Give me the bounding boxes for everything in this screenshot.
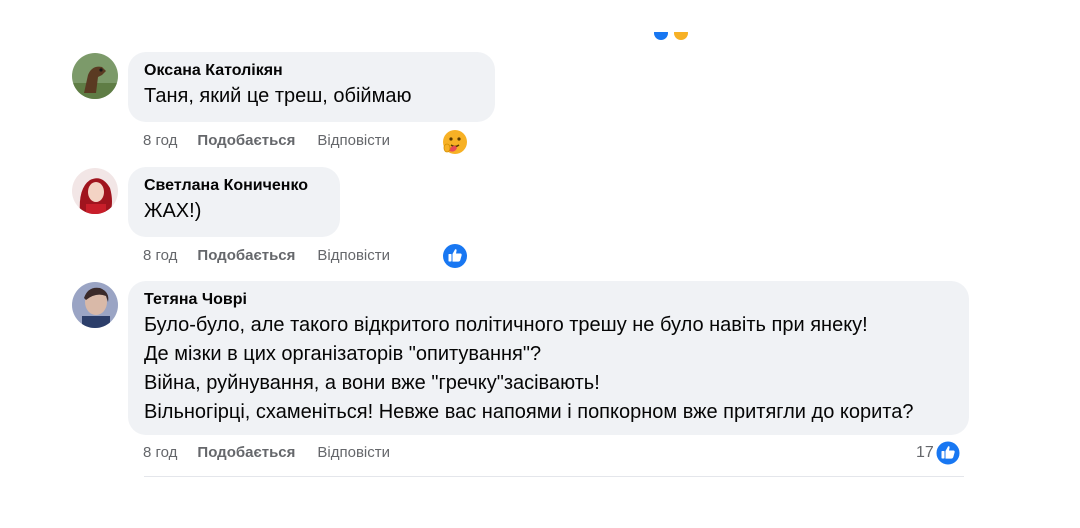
- reaction-count: 17: [916, 444, 934, 461]
- care-emoji-icon[interactable]: [441, 128, 469, 161]
- comment-actions: 8 год Подобається Відповісти: [143, 132, 390, 149]
- reply-button[interactable]: Відповісти: [317, 132, 390, 149]
- comment-author[interactable]: Оксана Католікян: [144, 60, 480, 82]
- avatar[interactable]: [72, 168, 118, 214]
- reply-button[interactable]: Відповісти: [317, 247, 390, 264]
- comment-text: Таня, який це треш, обіймаю: [144, 85, 412, 107]
- comment-time[interactable]: 8 год: [143, 247, 177, 264]
- comment-actions: 8 год Подобається Відповісти: [143, 247, 390, 264]
- like-button[interactable]: Подобається: [197, 444, 295, 461]
- comment-text-line: Війна, руйнування, а вони вже "гречку"за…: [144, 372, 600, 394]
- comment-time[interactable]: 8 год: [143, 132, 177, 149]
- like-thumb-icon[interactable]: [442, 243, 468, 274]
- avatar[interactable]: [72, 53, 118, 99]
- partial-reactions-above: [652, 32, 692, 40]
- comment-text-line: Де мізки в цих організаторів "опитування…: [144, 343, 542, 365]
- comment-actions: 8 год Подобається Відповісти: [143, 444, 390, 461]
- avatar[interactable]: [72, 282, 118, 328]
- like-button[interactable]: Подобається: [197, 247, 295, 264]
- comment-bubble: Светлана Коничен­ко ЖАХ!): [128, 167, 340, 237]
- comment-text: ЖАХ!): [144, 200, 202, 222]
- comment-text-line: Було-було, але такого відкритого політич…: [144, 314, 868, 336]
- reaction-summary[interactable]: 17: [916, 440, 961, 466]
- like-button[interactable]: Подобається: [197, 132, 295, 149]
- comment-bubble: Оксана Католікян Таня, який це треш, обі…: [128, 52, 495, 122]
- reply-button[interactable]: Відповісти: [317, 444, 390, 461]
- comment-author[interactable]: Тетяна Човрі: [144, 289, 954, 311]
- like-thumb-icon: [935, 440, 961, 466]
- comment-text-line: Вільногірці, схаменіться! Невже вас напо…: [144, 401, 914, 423]
- comment-time[interactable]: 8 год: [143, 444, 177, 461]
- comment-bubble: Тетяна Човрі Було-було, але такого відкр…: [128, 281, 969, 435]
- comment-author[interactable]: Светлана Коничен­ко: [144, 175, 325, 197]
- divider: [144, 476, 964, 477]
